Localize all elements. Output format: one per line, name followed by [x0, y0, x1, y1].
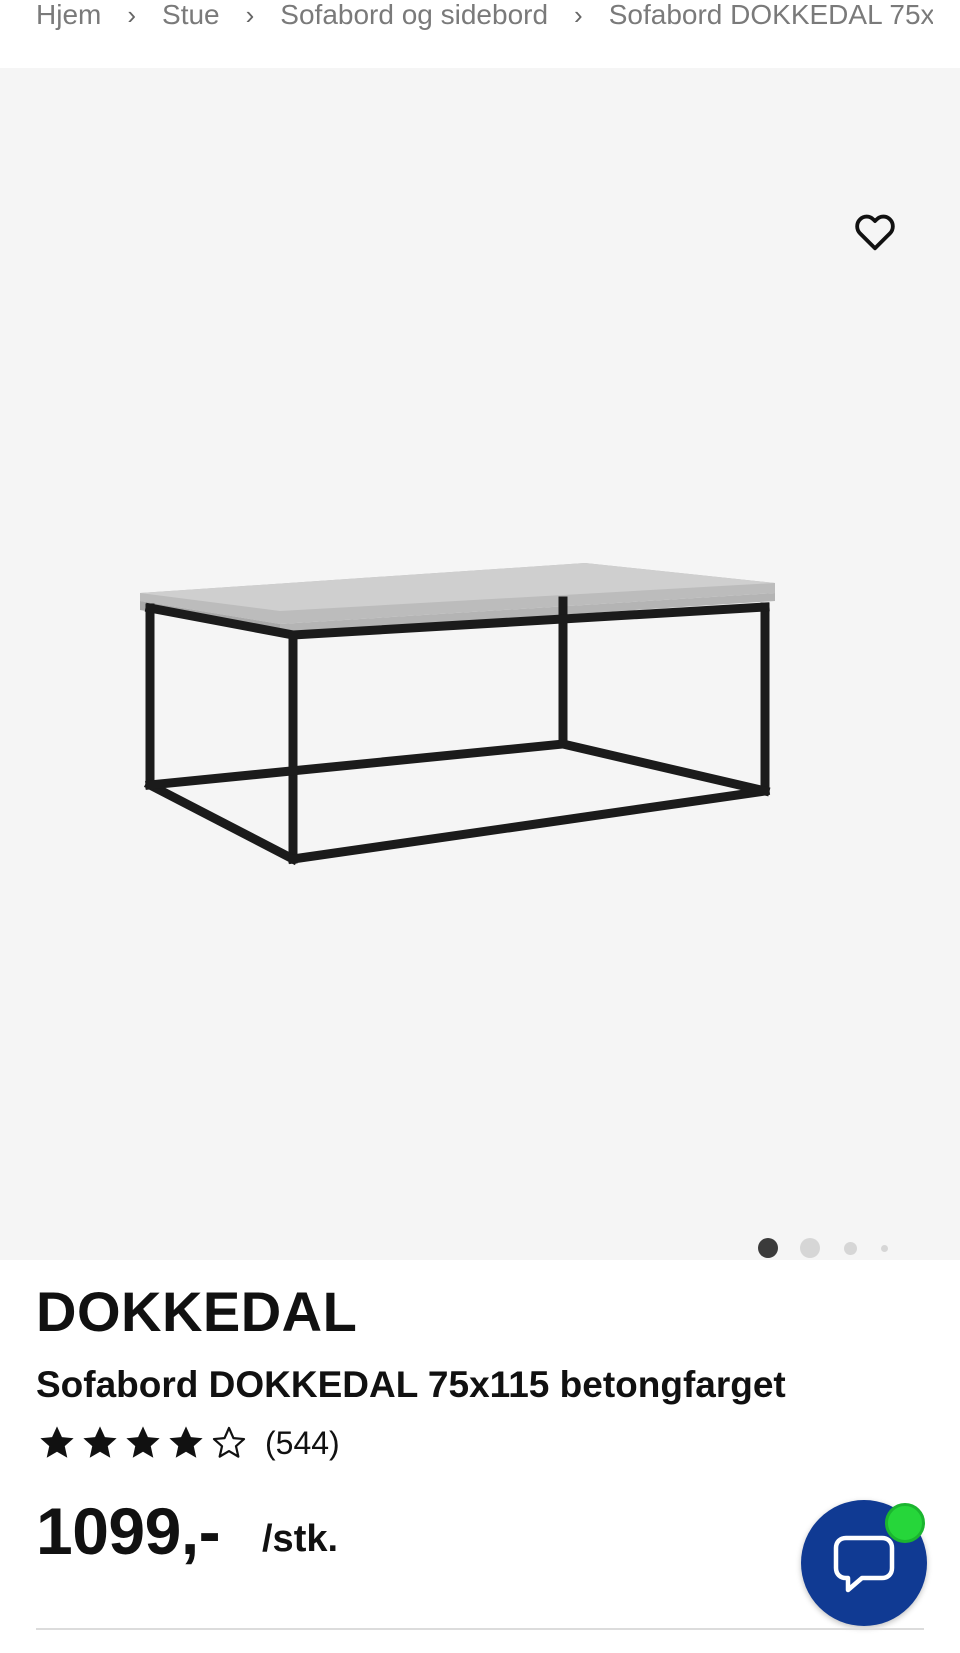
- star-filled-icon: [169, 1426, 203, 1458]
- star-filled-icon: [40, 1426, 74, 1458]
- breadcrumb: Hjem › Stue › Sofabord og sidebord › Sof…: [0, 0, 960, 68]
- product-rating[interactable]: (544): [38, 1424, 340, 1462]
- heart-outline-icon[interactable]: [852, 209, 898, 255]
- chevron-right-icon: ›: [127, 0, 137, 30]
- star-outline-icon: [212, 1426, 246, 1458]
- product-brand: DOKKEDAL: [36, 1280, 358, 1343]
- pagination-dot[interactable]: [881, 1245, 888, 1252]
- product-price: 1099,-: [36, 1494, 221, 1568]
- online-status-badge: [885, 1503, 925, 1543]
- chevron-right-icon: ›: [574, 0, 583, 30]
- breadcrumb-sofabord[interactable]: Sofabord og sidebord: [280, 0, 548, 30]
- pagination-dot-active[interactable]: [758, 1238, 778, 1258]
- coffee-table-image: [140, 563, 775, 866]
- pagination-dot[interactable]: [844, 1242, 857, 1255]
- breadcrumb-home[interactable]: Hjem: [36, 0, 101, 30]
- product-name: Sofabord DOKKEDAL 75x115 betongfarget: [36, 1364, 786, 1405]
- product-gallery[interactable]: [0, 68, 960, 1260]
- breadcrumb-stue[interactable]: Stue: [162, 0, 220, 30]
- star-filled-icon: [83, 1426, 117, 1458]
- divider: [36, 1628, 924, 1630]
- star-filled-icon: [126, 1426, 160, 1458]
- price-unit: /stk.: [262, 1518, 339, 1560]
- chevron-right-icon: ›: [245, 0, 255, 30]
- breadcrumb-current: Sofabord DOKKEDAL 75x115 betongfarget: [608, 0, 933, 30]
- chat-bubble-icon: [833, 1535, 895, 1593]
- review-count[interactable]: (544): [265, 1425, 340, 1462]
- pagination-dot[interactable]: [800, 1238, 820, 1258]
- gallery-pagination: [0, 1238, 960, 1258]
